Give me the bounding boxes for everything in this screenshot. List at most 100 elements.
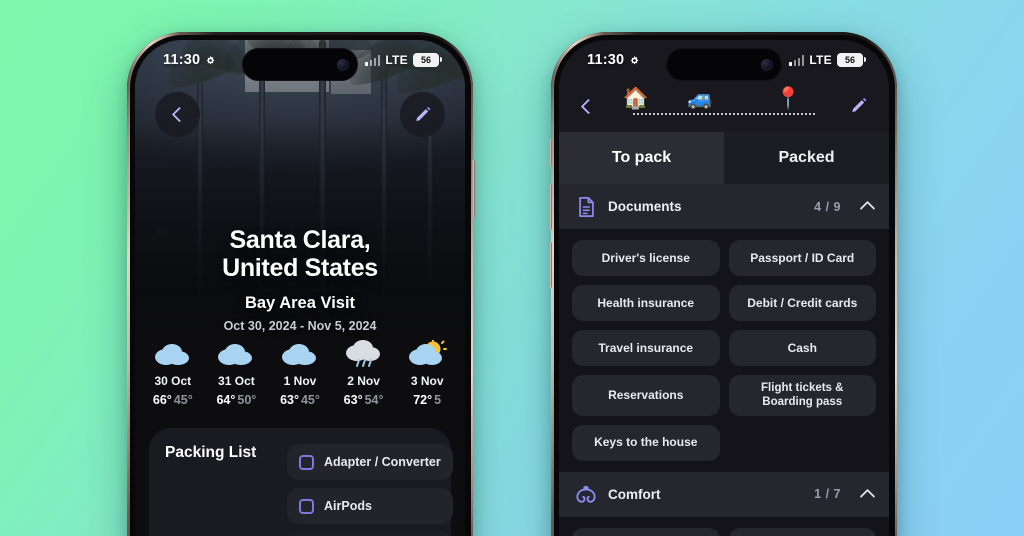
packing-chip[interactable]: Wet wipes	[572, 527, 720, 536]
packing-sections-scroll[interactable]: Documents 4 / 9 Driver's license Passpor…	[559, 184, 889, 536]
tab-packed[interactable]: Packed	[724, 132, 889, 184]
battery-indicator: 56	[837, 53, 866, 67]
pencil-edit-icon	[852, 97, 867, 112]
back-button[interactable]	[579, 98, 605, 114]
packing-tabs: To pack Packed	[559, 132, 889, 184]
map-pin-icon: 📍	[775, 87, 802, 110]
documents-item-grid: Driver's license Passport / ID Card Heal…	[559, 229, 889, 472]
chevron-left-icon	[580, 98, 597, 114]
packing-chip[interactable]: Driver's license	[572, 240, 720, 276]
weather-date: 31 Oct	[218, 374, 255, 388]
temp-high: 63°	[280, 393, 299, 407]
packing-chip[interactable]: Reservations	[572, 375, 720, 416]
chevron-up-icon[interactable]	[859, 488, 876, 505]
list-item[interactable]: Adapter / Converter	[287, 444, 453, 480]
packing-chip[interactable]: Debit / Credit cards	[728, 285, 876, 321]
weather-date: 3 Nov	[410, 374, 444, 388]
weather-day[interactable]: 31 Oct 64° 50°	[205, 337, 269, 407]
section-title: Comfort	[608, 486, 661, 502]
chip-label: Passport / ID Card	[750, 250, 855, 265]
packing-chip[interactable]: Passport / ID Card	[728, 240, 876, 276]
chip-label: Reservations	[608, 387, 684, 402]
chip-label: Driver's license	[601, 250, 690, 265]
section-header-documents[interactable]: Documents 4 / 9	[559, 184, 889, 229]
volume-down-button[interactable]	[549, 242, 552, 288]
packing-summary: Packing List 5 / 72	[165, 444, 275, 536]
weather-date: 1 Nov	[283, 374, 317, 388]
cloud-icon	[268, 337, 332, 371]
checkbox-unchecked-icon[interactable]	[299, 498, 314, 514]
network-label: LTE	[809, 53, 832, 67]
packing-chip[interactable]: Cash	[728, 330, 876, 366]
house-icon: 🏠	[622, 87, 650, 110]
cellular-bars-icon	[789, 55, 805, 66]
front-camera-icon	[761, 58, 773, 71]
silent-switch[interactable]	[549, 140, 552, 166]
temp-low: 50°	[237, 393, 257, 407]
sun-behind-cloud-icon	[395, 337, 459, 371]
weather-day[interactable]: 30 Oct 66° 45°	[141, 337, 205, 407]
edit-trip-button[interactable]	[400, 92, 445, 137]
list-item-label: Adapter / Converter	[324, 455, 441, 469]
temp-low: 5	[434, 393, 442, 407]
right-phone-screen: 11:30 LTE 56 🏠 🚙 📍 To pack Packed Docume…	[559, 40, 889, 536]
weather-day[interactable]: 1 Nov 63° 45°	[268, 337, 332, 407]
dynamic-island	[666, 48, 782, 81]
status-indicators: LTE 56	[365, 53, 442, 67]
location-services-icon	[206, 55, 215, 64]
volume-up-button[interactable]	[549, 184, 552, 230]
trip-name: Bay Area Visit	[244, 293, 356, 312]
chip-label: Health insurance	[597, 295, 695, 310]
list-item[interactable]: AirPods charger	[287, 532, 453, 536]
temp-high: 66°	[152, 393, 172, 407]
back-button[interactable]	[155, 92, 200, 137]
left-phone-screen: 11:30 LTE 56 Santa Clara, United States …	[135, 40, 465, 536]
checkbox-unchecked-icon[interactable]	[299, 454, 314, 470]
temp-low: 54°	[364, 393, 384, 407]
chevron-up-icon[interactable]	[859, 200, 876, 217]
weather-temps: 63° 54°	[332, 393, 396, 407]
cloud-icon	[141, 337, 205, 371]
trip-city: Santa Clara,	[229, 226, 371, 254]
section-title: Documents	[608, 199, 682, 214]
status-time: 11:30	[587, 52, 625, 68]
rain-cloud-icon	[332, 337, 396, 371]
packing-list-title: Packing List	[165, 444, 257, 461]
battery-indicator: 56	[413, 53, 442, 67]
status-indicators: LTE 56	[789, 53, 866, 67]
trip-header: Santa Clara, United States Bay Area Visi…	[135, 226, 465, 333]
temp-low: 45°	[300, 393, 320, 407]
chip-label: Cash	[787, 340, 817, 355]
status-time-group: 11:30	[587, 52, 640, 68]
list-item[interactable]: AirPods	[287, 488, 453, 524]
chip-label: Keys to the house	[594, 435, 698, 450]
packing-chip[interactable]: Flight tickets & Boarding pass	[728, 375, 876, 416]
packing-chip[interactable]: Travel insurance	[572, 330, 720, 366]
journey-progress: 🏠 🚙 📍	[605, 80, 843, 132]
chip-label: Debit / Credit cards	[747, 295, 858, 310]
temp-high: 64°	[216, 393, 236, 407]
packing-chip[interactable]: Health insurance	[572, 285, 720, 321]
network-label: LTE	[385, 53, 408, 67]
section-header-comfort[interactable]: Comfort 1 / 7	[559, 471, 889, 517]
weather-temps: 66° 45°	[141, 393, 205, 407]
temp-high: 63°	[343, 393, 363, 407]
tab-to-pack[interactable]: To pack	[559, 132, 724, 184]
weather-day[interactable]: 2 Nov 63° 54°	[332, 337, 396, 407]
journey-dotted-path	[633, 113, 815, 115]
weather-date: 2 Nov	[347, 374, 380, 388]
temp-low: 45°	[173, 393, 193, 407]
list-item-label: AirPods	[324, 499, 372, 513]
weather-day[interactable]: 3 Nov 72° 5	[395, 337, 459, 407]
weather-date: 30 Oct	[154, 374, 192, 388]
status-time: 11:30	[163, 52, 201, 68]
section-count: 4 / 9	[814, 199, 841, 214]
packing-chip[interactable]: Keys to the house	[572, 424, 720, 461]
weather-forecast-strip: 30 Oct 66° 45° 31 Oct 64° 50° 1 Nov 63° …	[135, 337, 465, 407]
power-button[interactable]	[472, 160, 475, 218]
packing-chip[interactable]: Neck pillow	[728, 527, 876, 536]
trip-dates: Oct 30, 2024 - Nov 5, 2024	[223, 318, 377, 333]
screenshot-stage: 11:30 LTE 56 Santa Clara, United States …	[0, 0, 1024, 536]
left-phone-device: 11:30 LTE 56 Santa Clara, United States …	[127, 32, 475, 536]
edit-trip-button[interactable]	[843, 96, 869, 116]
